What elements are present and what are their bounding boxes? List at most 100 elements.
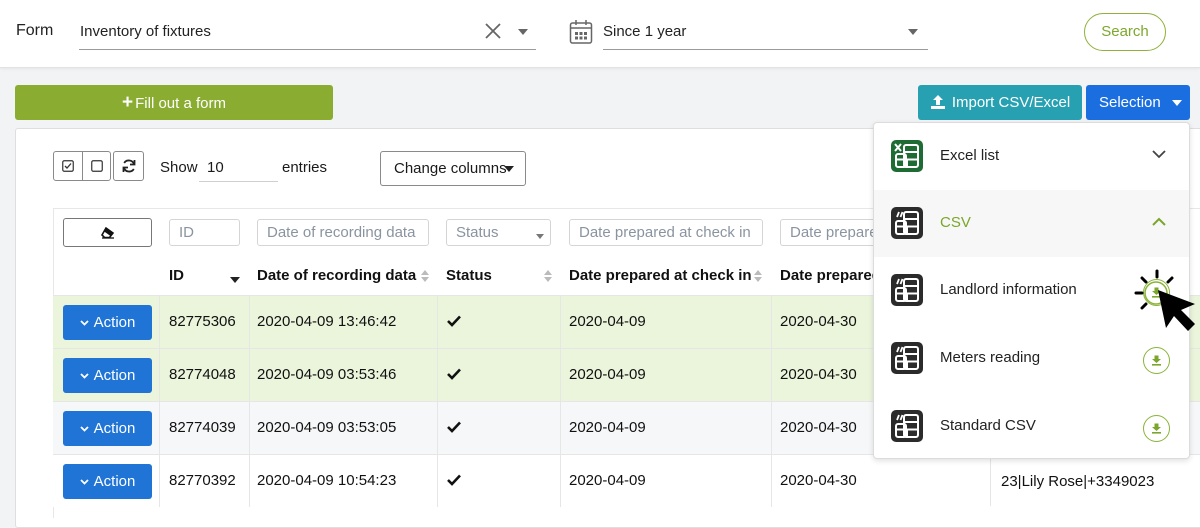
column-header-id[interactable]: ID <box>169 267 184 284</box>
cell-id: 82770392 <box>169 472 236 489</box>
form-select-value: Inventory of fixtures <box>80 23 211 40</box>
row-action-button[interactable]: Action <box>63 305 152 340</box>
show-label: Show <box>160 159 198 176</box>
filter-id-input[interactable]: ID <box>169 219 240 246</box>
row-action-label: Action <box>93 473 136 490</box>
chevron-down-icon <box>80 426 89 432</box>
cell-id: 82774039 <box>169 419 236 436</box>
column-divider <box>771 296 772 348</box>
fill-out-form-button[interactable]: + Fill out a form <box>15 85 333 120</box>
menu-item-label: Meters reading <box>940 349 1041 366</box>
cell-landlord-info: 23|Lily Rose|+3349023 <box>1001 473 1155 490</box>
menu-item-standard-csv[interactable]: Standard CSV <box>874 393 1189 460</box>
sort-desc-icon[interactable] <box>230 273 240 287</box>
upload-icon <box>930 95 945 109</box>
change-columns-button[interactable]: Change columns <box>380 151 526 186</box>
form-label: Form <box>16 22 54 39</box>
csv-icon <box>891 342 923 374</box>
column-divider <box>771 402 772 454</box>
download-button[interactable] <box>1143 347 1170 374</box>
csv-icon <box>891 274 923 306</box>
excel-icon <box>891 140 923 172</box>
chevron-down-icon <box>80 320 89 326</box>
chevron-down-icon <box>80 479 89 485</box>
chevron-down-icon <box>536 234 544 239</box>
checked-box-icon <box>62 160 74 172</box>
column-header-date-recording[interactable]: Date of recording data <box>257 267 416 284</box>
refresh-button[interactable] <box>113 151 144 181</box>
chevron-down-icon[interactable] <box>1152 150 1166 159</box>
cell-date-checkin: 2020-04-09 <box>569 313 646 330</box>
column-divider <box>159 349 160 401</box>
filter-date-checkout-input[interactable]: Date prepare <box>780 219 874 246</box>
chevron-up-icon[interactable] <box>1152 217 1166 226</box>
sort-icon[interactable] <box>420 269 430 283</box>
clear-filters-button[interactable] <box>63 218 152 247</box>
column-divider <box>990 459 991 506</box>
menu-item-excel-list[interactable]: Excel list <box>874 123 1189 190</box>
entries-per-page-input[interactable]: 10 <box>199 153 278 182</box>
period-select[interactable]: Since 1 year <box>603 14 928 50</box>
deselect-all-button[interactable] <box>82 151 111 181</box>
column-header-date-checkin[interactable]: Date prepared at check in <box>569 267 752 284</box>
cell-date-recording: 2020-04-09 10:54:23 <box>257 472 397 489</box>
column-divider <box>249 402 250 454</box>
menu-item-label: CSV <box>940 214 971 231</box>
cell-date-checkout: 2020-04-30 <box>780 313 857 330</box>
row-action-button[interactable]: Action <box>63 358 152 393</box>
entries-label: entries <box>282 159 328 176</box>
cell-id: 82775306 <box>169 313 236 330</box>
column-divider <box>159 455 160 507</box>
chevron-down-icon <box>1172 100 1182 106</box>
cell-date-recording: 2020-04-09 13:46:42 <box>257 313 397 330</box>
cell-date-checkout: 2020-04-30 <box>780 366 857 383</box>
column-divider <box>249 455 250 507</box>
import-label: Import CSV/Excel <box>951 94 1071 111</box>
column-divider <box>159 296 160 348</box>
form-select[interactable]: Inventory of fixtures <box>79 14 536 50</box>
menu-item-csv[interactable]: CSV <box>874 190 1189 257</box>
column-header-date-checkout[interactable]: Date prepared <box>780 267 881 284</box>
download-icon <box>1152 355 1161 366</box>
selection-label: Selection <box>1099 94 1161 111</box>
filter-date-checkin-input[interactable]: Date prepared at check in <box>569 219 763 246</box>
menu-item-label: Landlord information <box>940 281 1077 298</box>
column-divider <box>560 455 561 507</box>
column-divider <box>771 349 772 401</box>
column-divider <box>771 455 772 507</box>
chevron-down-icon[interactable] <box>908 29 918 35</box>
check-icon <box>447 474 461 486</box>
column-header-status[interactable]: Status <box>446 267 492 284</box>
download-icon <box>1152 423 1161 434</box>
cell-date-checkout: 2020-04-30 <box>780 419 857 436</box>
row-action-label: Action <box>93 314 136 331</box>
import-csv-excel-button[interactable]: Import CSV/Excel <box>918 85 1082 120</box>
filter-status-select[interactable]: Status <box>446 219 551 246</box>
chevron-down-icon <box>504 166 514 172</box>
clear-icon[interactable] <box>483 21 503 41</box>
csv-icon <box>891 410 923 442</box>
eraser-icon <box>100 226 114 239</box>
cell-id: 82774048 <box>169 366 236 383</box>
check-icon <box>447 315 461 327</box>
row-action-label: Action <box>93 420 136 437</box>
filter-date-recording-input[interactable]: Date of recording data <box>257 219 429 246</box>
period-select-value: Since 1 year <box>603 23 687 40</box>
cell-date-checkout: 2020-04-30 <box>780 472 857 489</box>
filter-bar: Form Inventory of fixtures Since 1 year … <box>0 0 1200 68</box>
row-action-button[interactable]: Action <box>63 411 152 446</box>
column-divider <box>437 455 438 507</box>
selection-dropdown-button[interactable]: Selection <box>1086 85 1190 120</box>
column-divider <box>437 402 438 454</box>
click-cursor-icon <box>1134 269 1195 331</box>
chevron-down-icon[interactable] <box>518 29 528 35</box>
menu-item-label: Standard CSV <box>940 417 1036 434</box>
download-button[interactable] <box>1143 415 1170 442</box>
select-all-button[interactable] <box>53 151 83 181</box>
sort-icon[interactable] <box>753 269 763 283</box>
fill-out-form-label: Fill out a form <box>135 95 226 112</box>
check-icon <box>447 368 461 380</box>
sort-icon[interactable] <box>543 269 553 283</box>
search-button[interactable]: Search <box>1084 13 1166 51</box>
row-action-button[interactable]: Action <box>63 464 152 499</box>
